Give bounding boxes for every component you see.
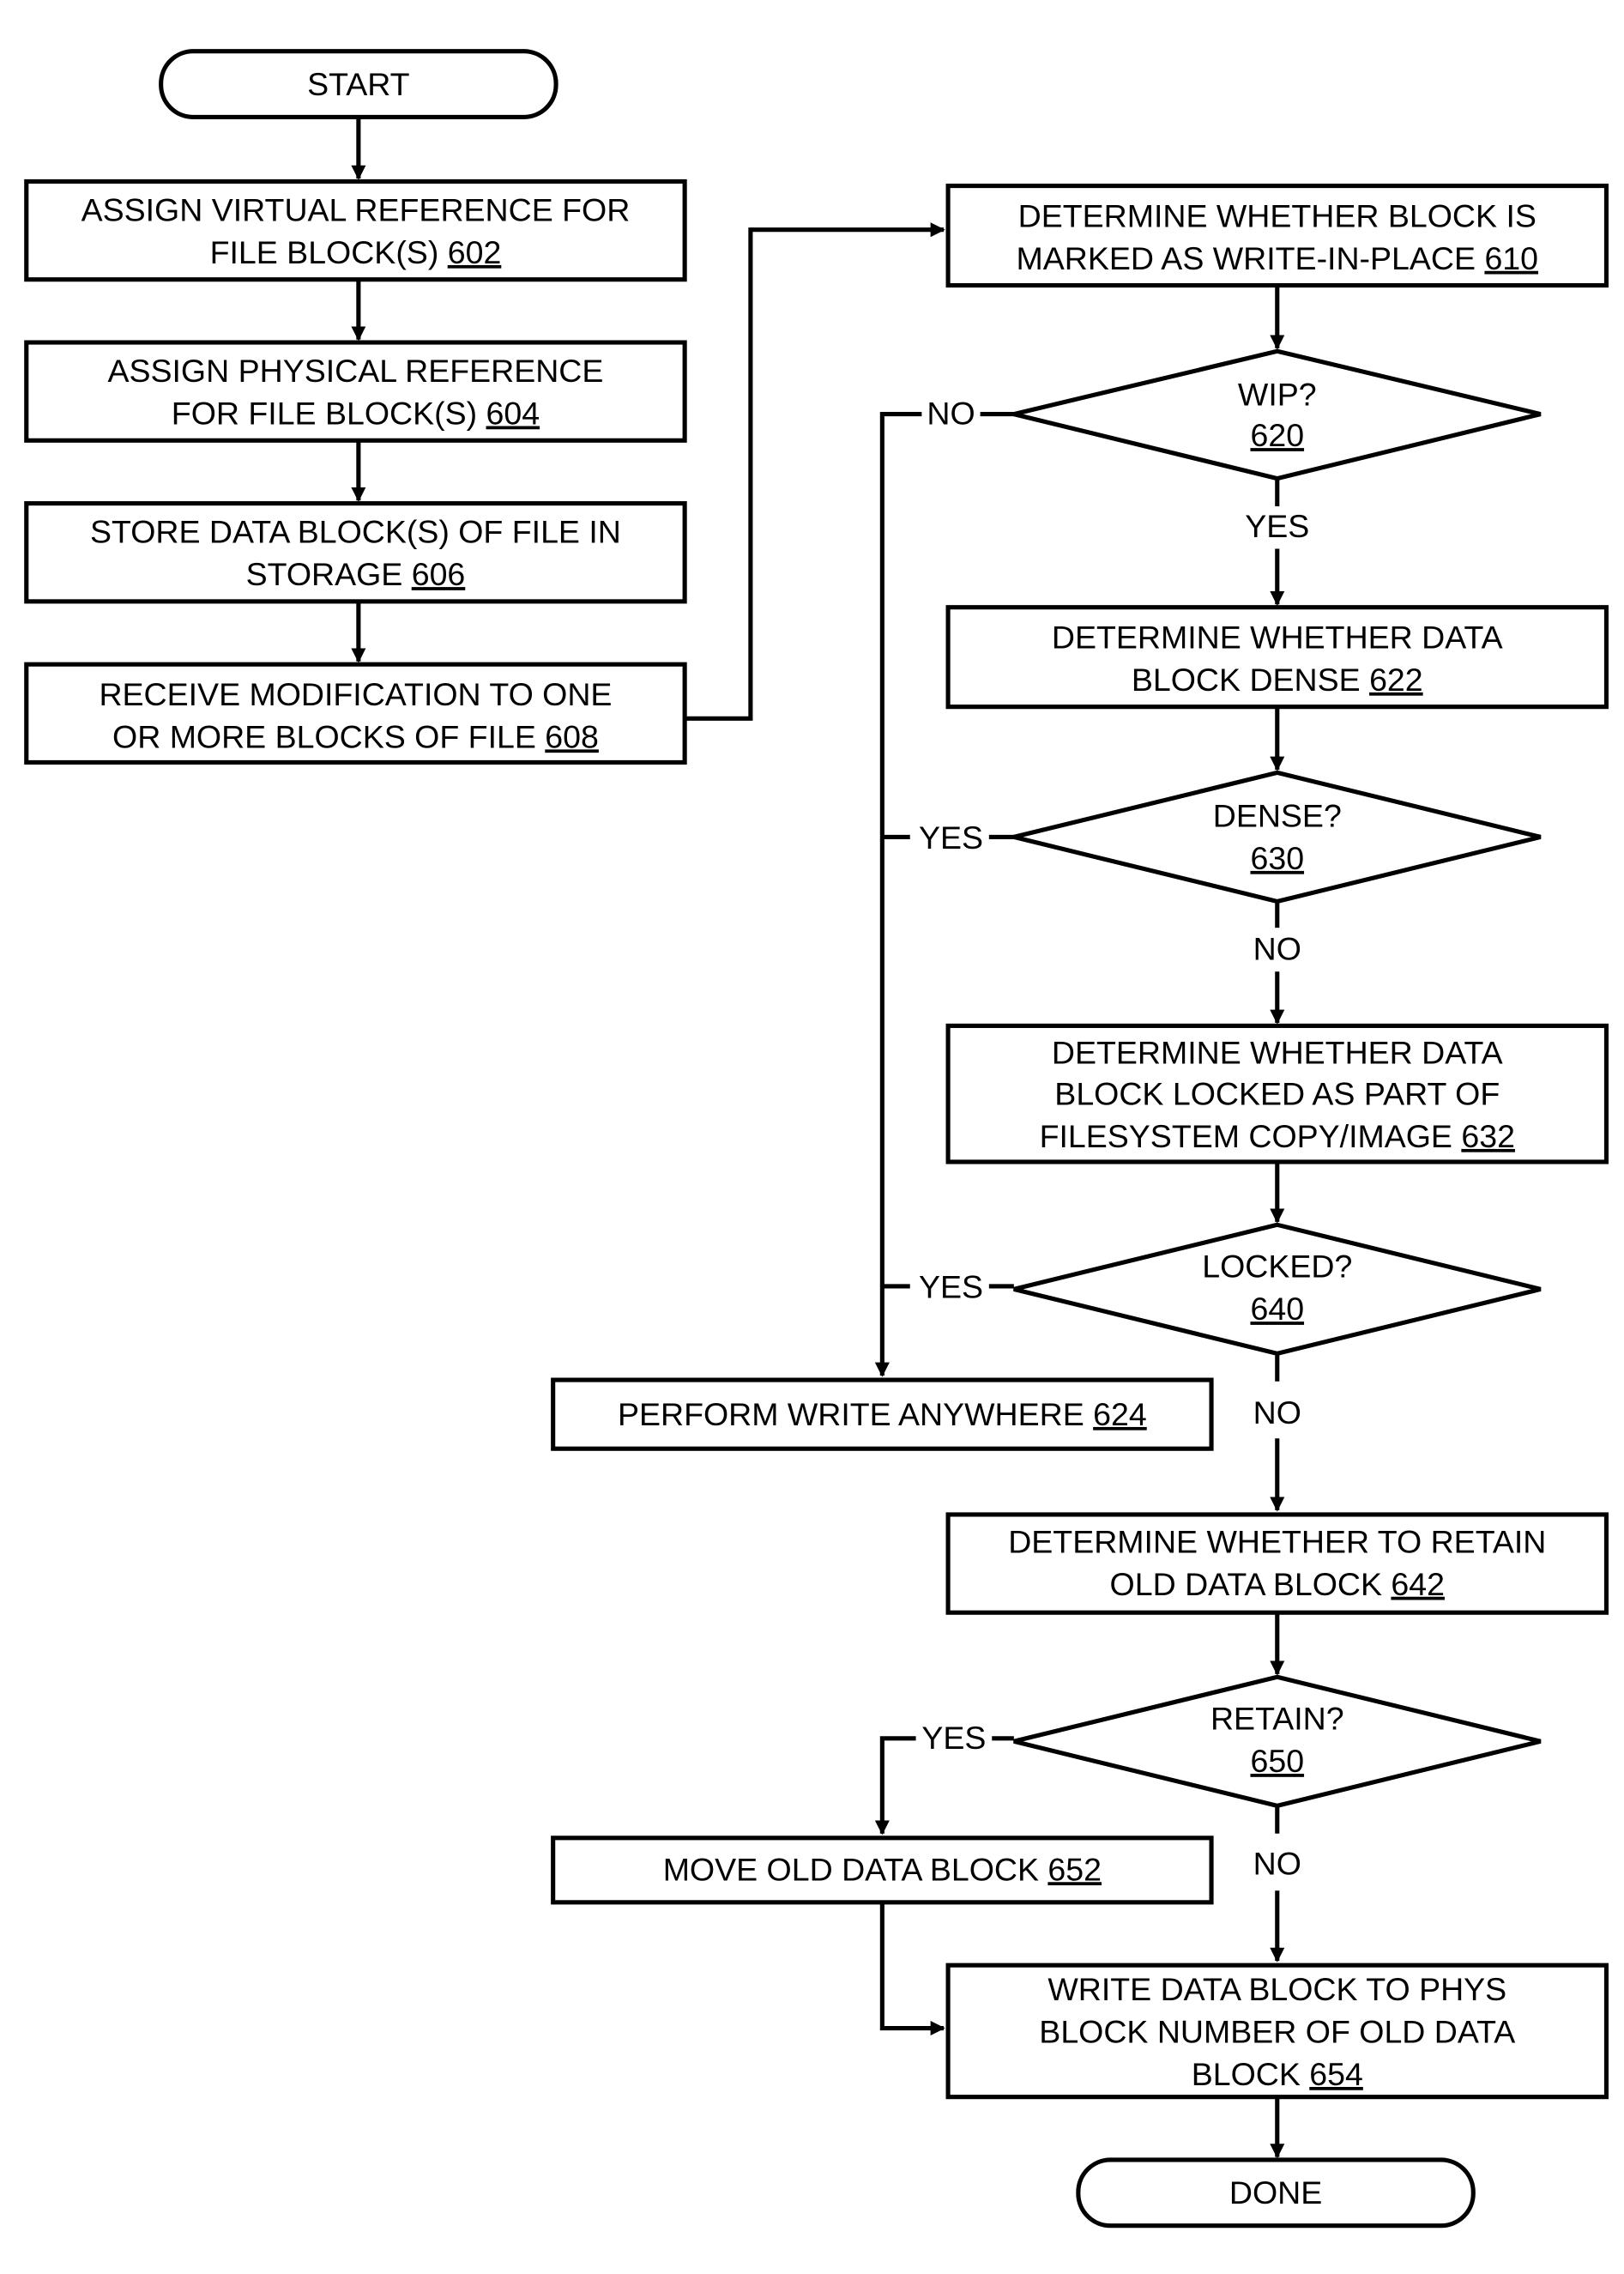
svg-text:STORE DATA BLOCK(S) OF FILE IN: STORE DATA BLOCK(S) OF FILE IN — [90, 514, 621, 550]
svg-text:MARKED AS WRITE-IN-PLACE 610: MARKED AS WRITE-IN-PLACE 610 — [1017, 240, 1539, 276]
svg-text:BLOCK DENSE 622: BLOCK DENSE 622 — [1132, 662, 1423, 698]
svg-text:RECEIVE MODIFICATION TO ONE: RECEIVE MODIFICATION TO ONE — [99, 676, 612, 712]
svg-text:WRITE DATA BLOCK TO PHYS: WRITE DATA BLOCK TO PHYS — [1047, 1971, 1506, 2007]
done-terminal: DONE — [1076, 2157, 1476, 2229]
step-610: DETERMINE WHETHER BLOCK IS MARKED AS WRI… — [945, 184, 1609, 288]
svg-text:DETERMINE WHETHER DATA: DETERMINE WHETHER DATA — [1052, 619, 1503, 655]
edge-label-locked-no: NO — [1253, 1394, 1301, 1430]
decision-640: LOCKED? 640 — [1013, 1222, 1542, 1357]
svg-text:FILESYSTEM COPY/IMAGE 632: FILESYSTEM COPY/IMAGE 632 — [1040, 1118, 1515, 1154]
edge-label-dense-yes: YES — [919, 819, 983, 856]
edge-label-wip-yes: YES — [1245, 508, 1309, 544]
svg-text:WIP?: WIP? — [1238, 376, 1317, 412]
svg-text:DENSE?: DENSE? — [1213, 797, 1342, 833]
start-terminal: START — [159, 49, 558, 119]
svg-text:FOR FILE BLOCK(S) 604: FOR FILE BLOCK(S) 604 — [172, 396, 540, 432]
svg-text:OR MORE BLOCKS OF FILE 608: OR MORE BLOCKS OF FILE 608 — [112, 718, 599, 754]
svg-text:DETERMINE WHETHER TO RETAIN: DETERMINE WHETHER TO RETAIN — [1008, 1523, 1546, 1559]
start-label: START — [307, 66, 410, 102]
edge-label-locked-yes: YES — [919, 1269, 983, 1305]
flowchart: START ASSIGN VIRTUAL REFERENCE FOR FILE … — [24, 49, 1609, 2229]
svg-text:PERFORM WRITE ANYWHERE 624: PERFORM WRITE ANYWHERE 624 — [618, 1396, 1147, 1432]
svg-text:BLOCK 654: BLOCK 654 — [1192, 2056, 1363, 2092]
step-652: MOVE OLD DATA BLOCK 652 — [551, 1836, 1214, 1905]
svg-text:RETAIN?: RETAIN? — [1210, 1701, 1344, 1737]
step-624: PERFORM WRITE ANYWHERE 624 — [551, 1377, 1214, 1451]
svg-text:DETERMINE WHETHER BLOCK IS: DETERMINE WHETHER BLOCK IS — [1018, 197, 1536, 233]
decision-630: DENSE? 630 — [1013, 770, 1542, 904]
step-654: WRITE DATA BLOCK TO PHYS BLOCK NUMBER OF… — [945, 1963, 1609, 2100]
edge-label-retain-no: NO — [1253, 1845, 1301, 1881]
svg-text:BLOCK LOCKED AS PART OF: BLOCK LOCKED AS PART OF — [1054, 1075, 1500, 1111]
svg-text:650: 650 — [1250, 1743, 1304, 1779]
svg-text:630: 630 — [1250, 840, 1304, 876]
svg-text:FILE BLOCK(S) 602: FILE BLOCK(S) 602 — [210, 234, 502, 270]
edge-label-dense-no: NO — [1253, 931, 1301, 967]
svg-text:LOCKED?: LOCKED? — [1202, 1249, 1352, 1285]
svg-text:OLD DATA BLOCK 642: OLD DATA BLOCK 642 — [1110, 1566, 1445, 1602]
svg-text:STORAGE 606: STORAGE 606 — [246, 556, 466, 592]
step-632: DETERMINE WHETHER DATA BLOCK LOCKED AS P… — [945, 1023, 1609, 1164]
step-606: STORE DATA BLOCK(S) OF FILE IN STORAGE 6… — [24, 501, 687, 604]
svg-text:DETERMINE WHETHER DATA: DETERMINE WHETHER DATA — [1052, 1035, 1503, 1071]
edge-label-wip-no: NO — [927, 396, 975, 432]
svg-text:620: 620 — [1250, 417, 1304, 453]
step-602: ASSIGN VIRTUAL REFERENCE FOR FILE BLOCK(… — [24, 178, 687, 282]
svg-text:ASSIGN VIRTUAL REFERENCE FOR: ASSIGN VIRTUAL REFERENCE FOR — [82, 191, 631, 227]
done-label: DONE — [1229, 2174, 1322, 2210]
svg-text:ASSIGN PHYSICAL REFERENCE: ASSIGN PHYSICAL REFERENCE — [107, 353, 603, 389]
step-642: DETERMINE WHETHER TO RETAIN OLD DATA BLO… — [945, 1512, 1609, 1615]
decision-620: WIP? 620 — [1013, 348, 1542, 481]
edge-label-retain-yes: YES — [921, 1720, 986, 1756]
svg-text:BLOCK NUMBER OF OLD DATA: BLOCK NUMBER OF OLD DATA — [1039, 2014, 1515, 2050]
decision-650: RETAIN? 650 — [1013, 1674, 1542, 1808]
svg-text:MOVE OLD DATA BLOCK 652: MOVE OLD DATA BLOCK 652 — [663, 1851, 1102, 1887]
step-622: DETERMINE WHETHER DATA BLOCK DENSE 622 — [945, 605, 1609, 710]
svg-text:640: 640 — [1250, 1291, 1304, 1327]
step-608: RECEIVE MODIFICATION TO ONE OR MORE BLOC… — [24, 662, 687, 765]
step-604: ASSIGN PHYSICAL REFERENCE FOR FILE BLOCK… — [24, 340, 687, 443]
